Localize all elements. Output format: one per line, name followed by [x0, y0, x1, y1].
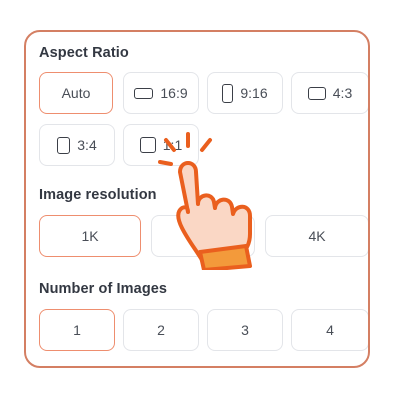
landscape-rect-icon	[134, 87, 154, 99]
aspect-option-16-9[interactable]: 16:9	[123, 72, 199, 114]
image-resolution-title: Image resolution	[39, 187, 157, 203]
square-icon	[139, 137, 156, 153]
aspect-option-label: 1:1	[162, 137, 183, 153]
number-of-images-title: Number of Images	[39, 281, 168, 297]
resolution-option-label: 1K	[81, 228, 99, 244]
aspect-option-9-16[interactable]: 9:16	[207, 72, 283, 114]
generation-settings-panel: Aspect Ratio Auto 16:9 9:16 4:3 3:4 1:1 …	[24, 30, 370, 368]
aspect-option-label: Auto	[61, 85, 91, 101]
portrait-rect-icon	[57, 136, 71, 154]
aspect-option-label: 9:16	[240, 85, 268, 101]
aspect-ratio-title: Aspect Ratio	[39, 45, 129, 61]
aspect-option-auto[interactable]: Auto	[39, 72, 113, 114]
count-option-label: 1	[73, 322, 81, 338]
count-option-4[interactable]: 4	[291, 309, 368, 351]
resolution-option-label: 4K	[308, 228, 326, 244]
count-option-label: 4	[326, 322, 334, 338]
aspect-option-label: 3:4	[77, 137, 97, 153]
count-option-3[interactable]: 3	[207, 309, 283, 351]
aspect-option-label: 16:9	[160, 85, 188, 101]
resolution-option-2k[interactable]: 2K	[151, 215, 255, 257]
landscape-rect-icon	[307, 86, 326, 100]
aspect-option-label: 4:3	[332, 85, 353, 101]
resolution-option-4k[interactable]: 4K	[265, 215, 368, 257]
count-option-label: 2	[157, 322, 165, 338]
count-option-label: 3	[241, 322, 249, 338]
resolution-option-1k[interactable]: 1K	[39, 215, 141, 257]
portrait-rect-icon	[222, 83, 234, 103]
aspect-option-3-4[interactable]: 3:4	[39, 124, 115, 166]
aspect-option-4-3[interactable]: 4:3	[291, 72, 368, 114]
resolution-option-label: 2K	[194, 228, 212, 244]
count-option-1[interactable]: 1	[39, 309, 115, 351]
aspect-option-1-1[interactable]: 1:1	[123, 124, 199, 166]
count-option-2[interactable]: 2	[123, 309, 199, 351]
